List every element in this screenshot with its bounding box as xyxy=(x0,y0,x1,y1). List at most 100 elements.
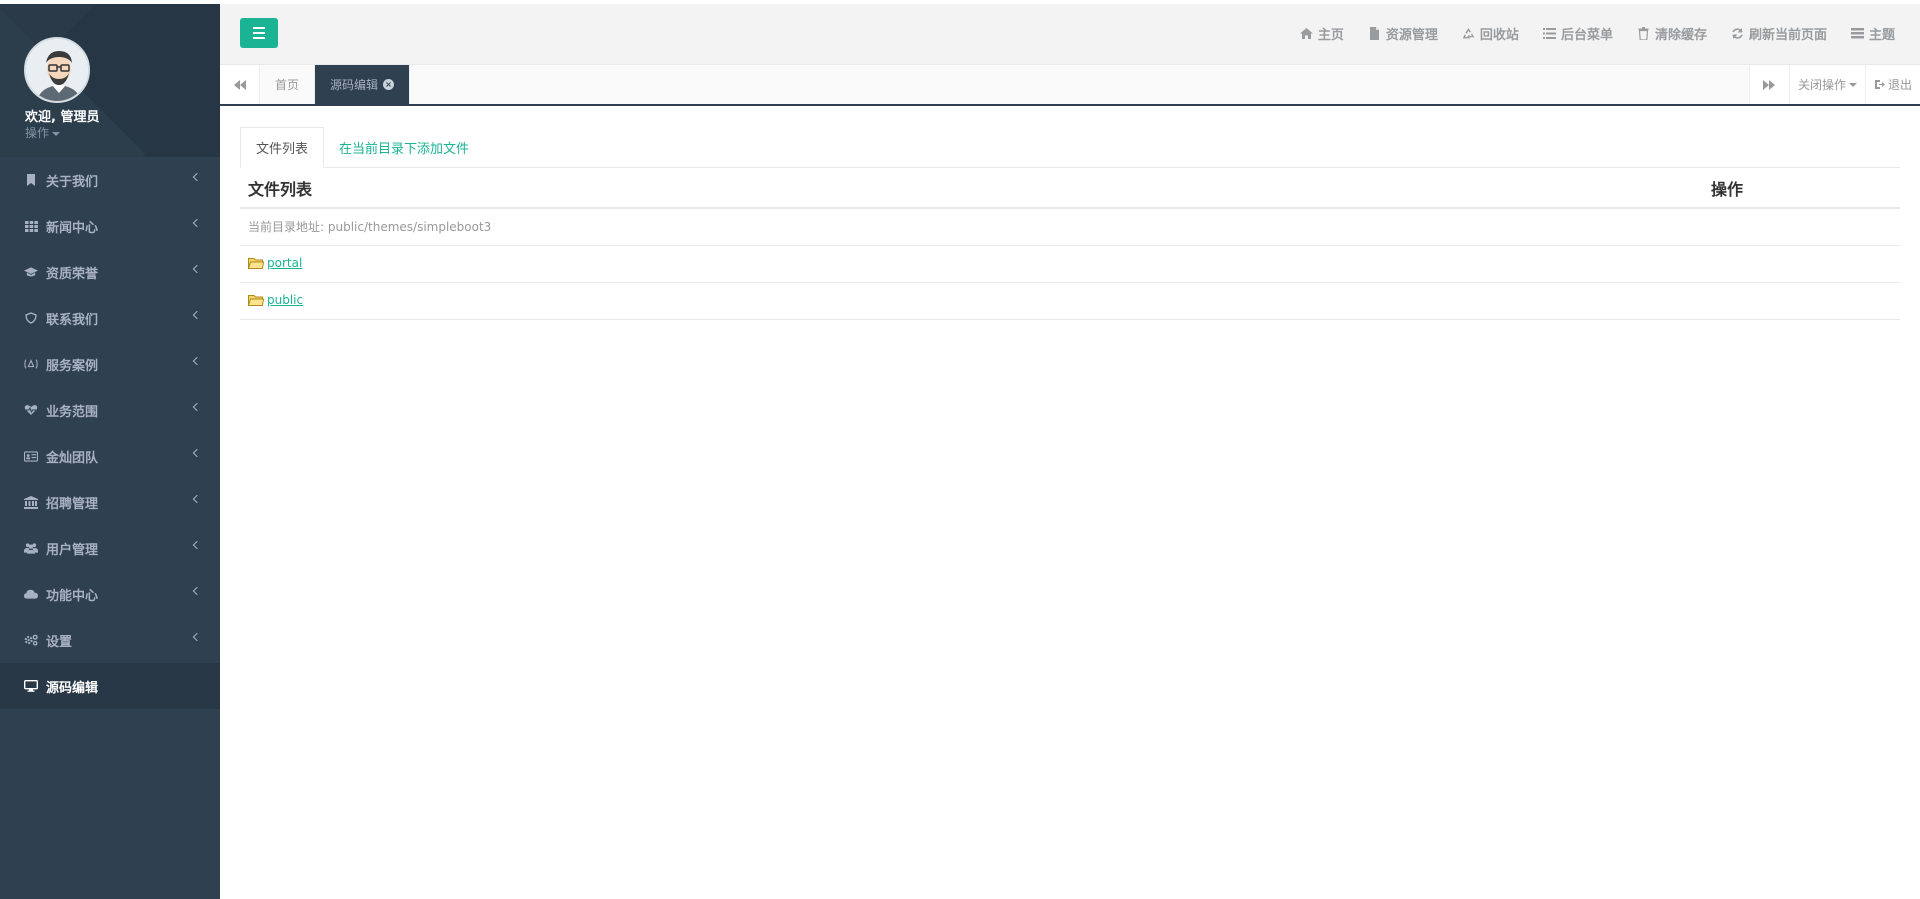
main-content: 文件列表 在当前目录下添加文件 文件列表 操作 当前目录地址: public/t… xyxy=(240,127,1900,320)
table-row: public xyxy=(240,282,1900,320)
sidebar: 欢迎, 管理员 操作 关于我们新闻中心资质荣誉联系我们服务案例业务范围金灿团队招… xyxy=(0,4,220,899)
top-links: 主页 资源管理 回收站 后台菜单 清除缓存 刷新当前页面 主题 xyxy=(1299,24,1895,43)
top-link-2[interactable]: 回收站 xyxy=(1462,24,1519,43)
sidebar-item-label: 新闻中心 xyxy=(46,220,99,236)
chevron-left-icon xyxy=(192,356,202,366)
heartbeat-icon xyxy=(24,403,38,417)
table-header-row: 文件列表 操作 xyxy=(240,168,1900,209)
trash-icon xyxy=(1637,27,1650,40)
backward-icon xyxy=(233,79,246,90)
folder-name: portal xyxy=(267,255,303,270)
top-link-label: 资源管理 xyxy=(1385,28,1438,43)
folder-link-portal[interactable]: portal xyxy=(248,256,302,270)
sidebar-item-6[interactable]: 金灿团队 xyxy=(0,433,220,479)
shield-icon xyxy=(24,311,38,325)
header-operations: 操作 xyxy=(1703,168,1900,209)
close-ops-dropdown[interactable]: 关闭操作 xyxy=(1788,65,1865,104)
grid-icon xyxy=(24,219,38,233)
current-path: 当前目录地址: public/themes/simpleboot3 xyxy=(240,208,1900,246)
sidebar-item-label: 联系我们 xyxy=(46,312,99,328)
theme-icon xyxy=(1850,27,1864,40)
top-link-0[interactable]: 主页 xyxy=(1299,24,1344,43)
desktop-icon xyxy=(24,679,38,693)
welcome-text: 欢迎, 管理员 xyxy=(25,110,100,125)
top-link-label: 清除缓存 xyxy=(1654,28,1707,43)
sidebar-item-label: 资质荣誉 xyxy=(46,266,99,282)
chevron-left-icon xyxy=(192,218,202,228)
sidebar-item-1[interactable]: 新闻中心 xyxy=(0,203,220,249)
sidebar-item-label: 服务案例 xyxy=(46,358,99,374)
users-icon xyxy=(24,541,38,555)
sign-out-icon xyxy=(1874,80,1885,89)
sidebar-item-label: 关于我们 xyxy=(46,174,99,190)
sidebar-item-7[interactable]: 招聘管理 xyxy=(0,479,220,525)
caret-down-icon xyxy=(52,131,61,136)
page-tab-label: 首页 xyxy=(275,78,300,92)
sidebar-item-label: 用户管理 xyxy=(46,542,99,558)
sidebar-item-4[interactable]: 服务案例 xyxy=(0,341,220,387)
close-tab-icon[interactable]: × xyxy=(383,79,395,90)
top-link-3[interactable]: 后台菜单 xyxy=(1542,24,1613,43)
sidebar-item-11[interactable]: 源码编辑 xyxy=(0,663,220,709)
chevron-left-icon xyxy=(192,402,202,412)
tabs-bar-right: 关闭操作 退出 xyxy=(1748,65,1920,104)
cloud-icon xyxy=(24,587,38,601)
sidebar-item-5[interactable]: 业务范围 xyxy=(0,387,220,433)
chevron-left-icon xyxy=(192,494,202,504)
id-card-icon xyxy=(24,449,38,463)
profile-ops-dropdown[interactable]: 操作 xyxy=(25,124,61,141)
page-tabs: 首页 源码编辑 × xyxy=(260,65,411,104)
bank-icon xyxy=(24,495,38,509)
ops-label: 操作 xyxy=(25,126,50,140)
sidebar-item-0[interactable]: 关于我们 xyxy=(0,157,220,203)
refresh-icon xyxy=(1731,27,1744,40)
top-link-5[interactable]: 刷新当前页面 xyxy=(1731,24,1827,43)
recycle-icon xyxy=(1462,27,1475,40)
top-link-label: 回收站 xyxy=(1479,28,1519,43)
top-link-6[interactable]: 主题 xyxy=(1850,24,1895,43)
logout-button[interactable]: 退出 xyxy=(1864,65,1920,104)
chevron-left-icon xyxy=(192,172,202,182)
chevron-left-icon xyxy=(192,264,202,274)
table-row: portal xyxy=(240,245,1900,283)
page-tab-1[interactable]: 源码编辑 × xyxy=(315,65,411,104)
list-icon xyxy=(1542,27,1556,40)
table-row: 当前目录地址: public/themes/simpleboot3 xyxy=(240,208,1900,246)
folder-icon xyxy=(248,294,264,306)
content-tabs: 文件列表 在当前目录下添加文件 xyxy=(240,127,1900,168)
top-link-label: 主题 xyxy=(1868,28,1895,43)
sidebar-item-label: 源码编辑 xyxy=(46,680,99,696)
graduation-cap-icon xyxy=(24,265,38,279)
sidebar-item-8[interactable]: 用户管理 xyxy=(0,525,220,571)
menu-toggle-button[interactable] xyxy=(240,18,278,48)
top-link-1[interactable]: 资源管理 xyxy=(1368,24,1438,43)
folder-link-public[interactable]: public xyxy=(248,293,303,307)
page-tab-0[interactable]: 首页 xyxy=(260,65,316,104)
sidebar-item-3[interactable]: 联系我们 xyxy=(0,295,220,341)
home-icon xyxy=(1299,27,1313,40)
avatar[interactable] xyxy=(24,37,90,103)
bookmark-icon xyxy=(24,173,38,187)
file-icon xyxy=(1368,27,1381,40)
sidebar-item-label: 功能中心 xyxy=(46,588,99,604)
tab-file-list[interactable]: 文件列表 xyxy=(240,127,325,168)
top-link-4[interactable]: 清除缓存 xyxy=(1637,24,1707,43)
page-tab-label: 源码编辑 xyxy=(330,78,379,92)
sidebar-item-label: 设置 xyxy=(46,634,73,650)
sidebar-item-10[interactable]: 设置 xyxy=(0,617,220,663)
top-link-label: 后台菜单 xyxy=(1560,28,1613,43)
chevron-left-icon xyxy=(192,586,202,596)
sidebar-nav: 关于我们新闻中心资质荣誉联系我们服务案例业务范围金灿团队招聘管理用户管理功能中心… xyxy=(0,157,220,709)
sidebar-item-2[interactable]: 资质荣誉 xyxy=(0,249,220,295)
chevron-left-icon xyxy=(192,310,202,320)
sidebar-item-label: 招聘管理 xyxy=(46,496,99,512)
sidebar-item-9[interactable]: 功能中心 xyxy=(0,571,220,617)
tab-add-file[interactable]: 在当前目录下添加文件 xyxy=(324,127,484,168)
scroll-left-button[interactable] xyxy=(220,65,260,104)
scroll-right-button[interactable] xyxy=(1748,65,1789,104)
close-ops-label: 关闭操作 xyxy=(1797,78,1846,92)
sidebar-item-label: 金灿团队 xyxy=(46,450,99,466)
chevron-left-icon xyxy=(192,540,202,550)
cogs-icon xyxy=(24,633,38,647)
sidebar-item-label: 业务范围 xyxy=(46,404,99,420)
